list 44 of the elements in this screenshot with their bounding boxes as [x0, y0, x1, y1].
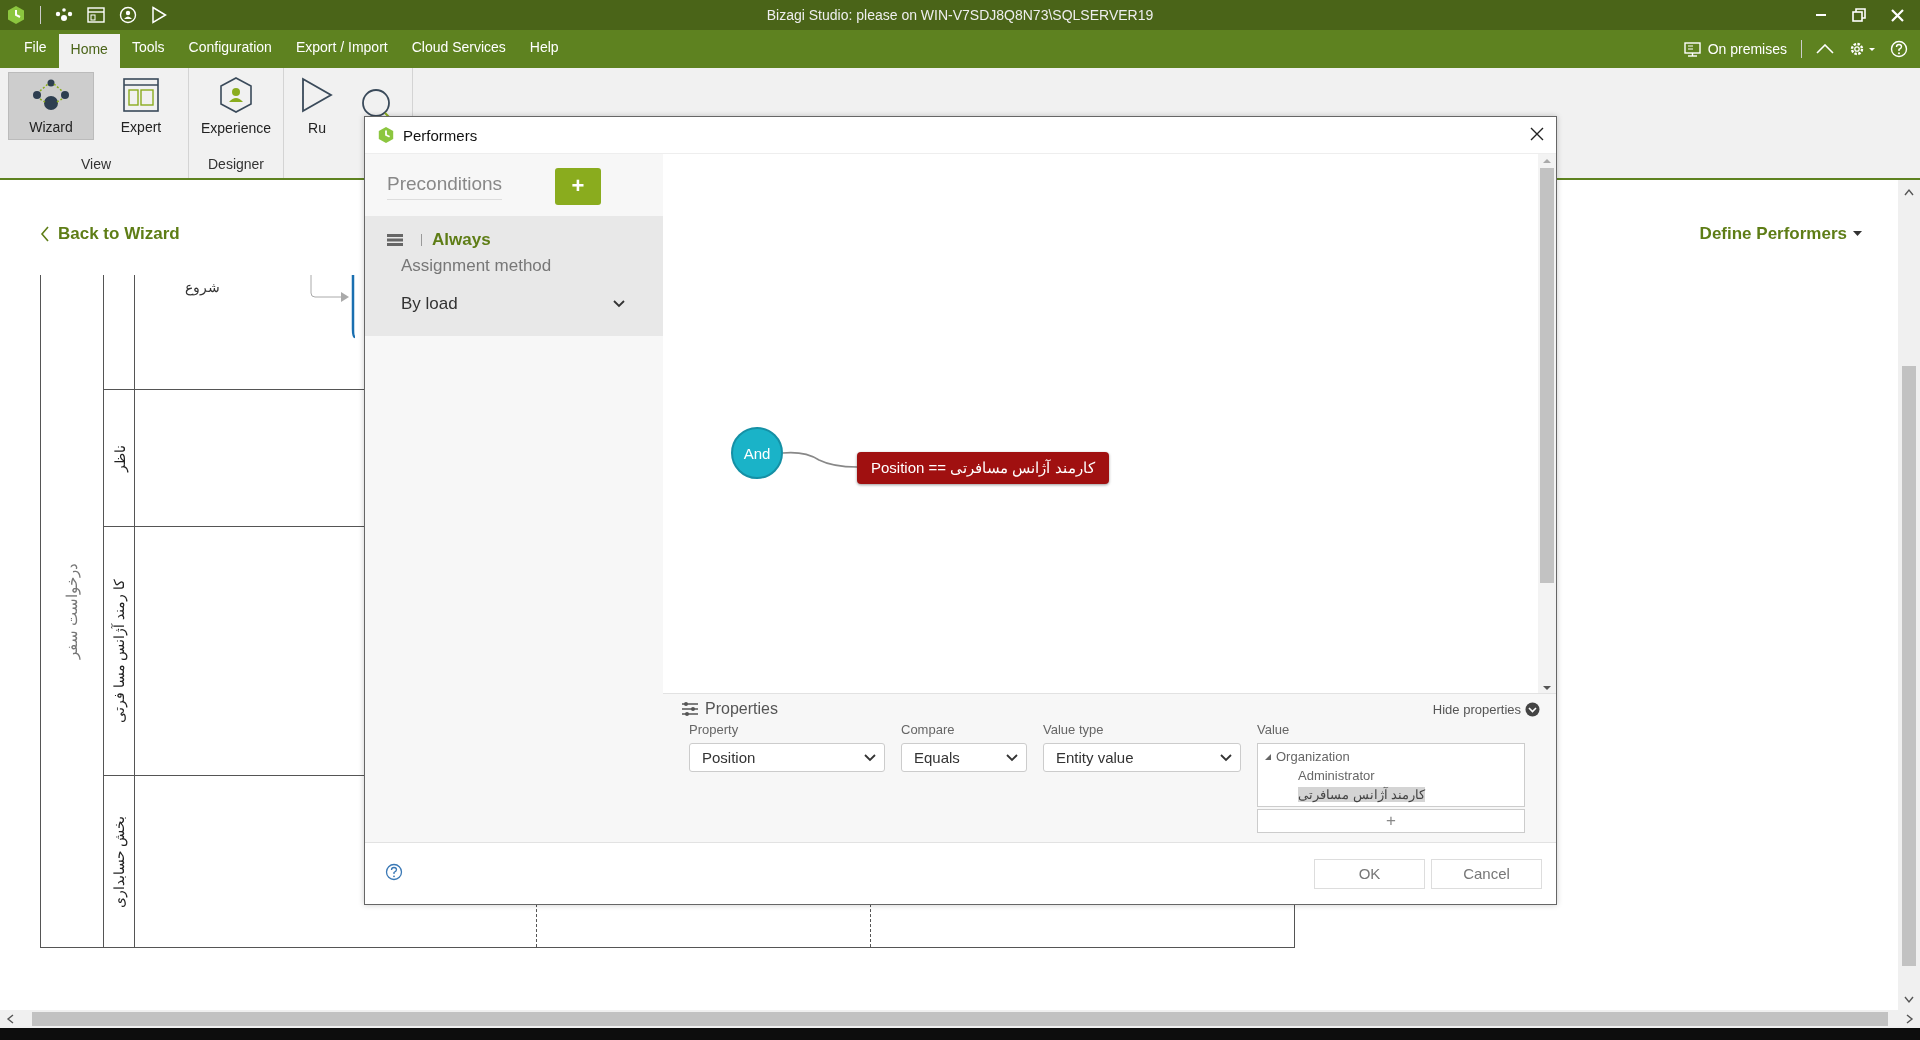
- tree-item[interactable]: Administrator: [1298, 768, 1375, 784]
- field-label: Value: [1257, 722, 1291, 738]
- assignment-method-label: Assignment method: [400, 256, 553, 277]
- select-field[interactable]: Entity value: [1043, 743, 1241, 773]
- tree-item[interactable]: Organization: [1276, 749, 1350, 765]
- tree-item[interactable]: کارمند آژانس مسافرتی: [1298, 787, 1426, 803]
- lane-label: بخش حسابداری: [111, 815, 127, 908]
- hide-properties-button[interactable]: Hide properties: [1432, 701, 1540, 717]
- group-label: Designer: [207, 156, 265, 174]
- lane-label: کا رمند آژانس مسا فرتی: [111, 578, 127, 724]
- menu-tab[interactable]: Configuration: [176, 30, 284, 63]
- start-event-label: شروع: [185, 279, 220, 295]
- select-field[interactable]: Equals: [901, 743, 1027, 773]
- menu-tab[interactable]: Export / Import: [283, 30, 400, 63]
- field-label: Property: [689, 722, 740, 738]
- menu-tab[interactable]: Tools: [119, 30, 177, 63]
- precondition-name: Always: [432, 230, 491, 251]
- menu-tab[interactable]: File: [12, 30, 59, 63]
- dialog-button[interactable]: OK: [1314, 858, 1425, 889]
- menu-tab[interactable]: Home: [58, 34, 120, 68]
- assignment-method-dropdown[interactable]: By load: [387, 282, 641, 321]
- back-link[interactable]: Back to Wizard: [40, 223, 180, 244]
- ribbon-button[interactable]: Experience: [193, 72, 279, 140]
- field-label: Value type: [1043, 722, 1105, 738]
- environment-label: On premises: [1707, 41, 1787, 57]
- group-label: View: [79, 156, 113, 174]
- condition-node[interactable]: Position == کارمند آژانس مسافرتی: [857, 452, 1109, 485]
- precondition-item[interactable]: Always Assignment method By load: [365, 216, 663, 337]
- dialog-button[interactable]: Cancel: [1431, 858, 1542, 889]
- menu-tab[interactable]: Cloud Services: [399, 30, 518, 63]
- dialog-title: Performers: [403, 126, 478, 144]
- menu-tab[interactable]: Help: [517, 30, 571, 63]
- select-field[interactable]: Position: [689, 743, 885, 773]
- properties-title: Properties: [705, 700, 778, 719]
- pool-label: درخواست سفر: [63, 562, 81, 660]
- add-value-button[interactable]: +: [1257, 809, 1525, 834]
- ribbon-button[interactable]: Ru: [288, 72, 346, 140]
- lane-label: ناظر: [111, 444, 127, 472]
- window-title: Bizagi Studio: please on WIN-V7SDJ8Q8N73\SQLSERVER19: [766, 7, 1154, 23]
- field-label: Compare: [901, 722, 956, 738]
- define-performers-menu[interactable]: Define Performers: [1693, 222, 1868, 245]
- ribbon-button[interactable]: Wizard: [8, 72, 94, 140]
- preconditions-title: Preconditions: [387, 172, 503, 200]
- ribbon-button[interactable]: Expert: [98, 72, 184, 140]
